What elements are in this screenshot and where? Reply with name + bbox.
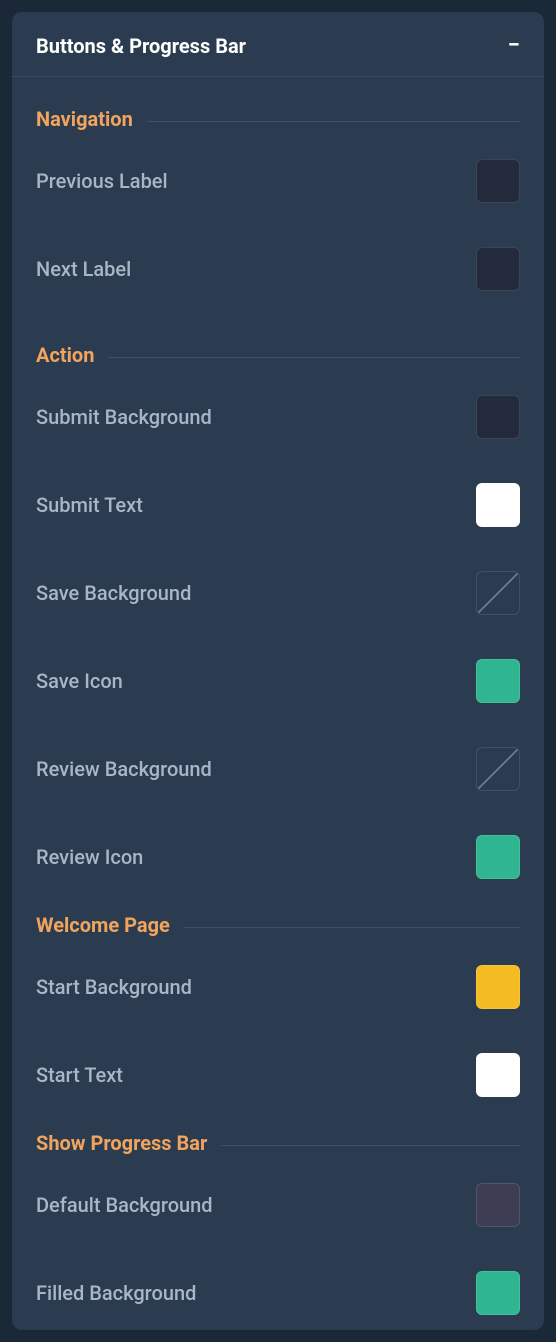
- row-next-label: Next Label: [36, 225, 520, 313]
- swatch-submit-text[interactable]: [476, 483, 520, 527]
- section-title-action: Action: [36, 343, 94, 367]
- label-review-background: Review Background: [36, 757, 212, 781]
- label-save-background: Save Background: [36, 581, 191, 605]
- swatch-previous-label[interactable]: [476, 159, 520, 203]
- panel-header: Buttons & Progress Bar −: [12, 12, 544, 77]
- label-next-label: Next Label: [36, 257, 131, 281]
- swatch-submit-background[interactable]: [476, 395, 520, 439]
- section-rule: [184, 927, 520, 928]
- row-submit-background: Submit Background: [36, 373, 520, 461]
- swatch-filled-background[interactable]: [476, 1271, 520, 1315]
- swatch-next-label[interactable]: [476, 247, 520, 291]
- label-start-text: Start Text: [36, 1063, 123, 1087]
- row-submit-text: Submit Text: [36, 461, 520, 549]
- row-default-background: Default Background: [36, 1161, 520, 1249]
- panel-body: Navigation Previous Label Next Label Act…: [12, 77, 544, 1330]
- label-start-background: Start Background: [36, 975, 192, 999]
- section-progress: Show Progress Bar Default Background Fil…: [36, 1119, 520, 1330]
- buttons-progress-panel: Buttons & Progress Bar − Navigation Prev…: [12, 12, 544, 1330]
- section-rule: [221, 1145, 520, 1146]
- swatch-default-background[interactable]: [476, 1183, 520, 1227]
- swatch-save-icon[interactable]: [476, 659, 520, 703]
- row-filled-background: Filled Background: [36, 1249, 520, 1330]
- row-save-background: Save Background: [36, 549, 520, 637]
- label-previous-label: Previous Label: [36, 169, 168, 193]
- section-title-progress: Show Progress Bar: [36, 1131, 207, 1155]
- section-rule: [108, 357, 520, 358]
- swatch-start-background[interactable]: [476, 965, 520, 1009]
- row-start-background: Start Background: [36, 943, 520, 1031]
- section-rule: [147, 121, 520, 122]
- section-navigation: Navigation Previous Label Next Label: [36, 77, 520, 313]
- section-header-welcome: Welcome Page: [36, 901, 520, 943]
- label-default-background: Default Background: [36, 1193, 213, 1217]
- row-start-text: Start Text: [36, 1031, 520, 1119]
- label-submit-background: Submit Background: [36, 405, 212, 429]
- panel-title: Buttons & Progress Bar: [36, 34, 246, 58]
- row-save-icon: Save Icon: [36, 637, 520, 725]
- label-save-icon: Save Icon: [36, 669, 123, 693]
- swatch-review-icon[interactable]: [476, 835, 520, 879]
- row-review-background: Review Background: [36, 725, 520, 813]
- row-review-icon: Review Icon: [36, 813, 520, 901]
- section-header-action: Action: [36, 313, 520, 373]
- section-action: Action Submit Background Submit Text Sav…: [36, 313, 520, 901]
- label-filled-background: Filled Background: [36, 1281, 196, 1305]
- section-title-navigation: Navigation: [36, 107, 133, 131]
- label-submit-text: Submit Text: [36, 493, 143, 517]
- section-title-welcome: Welcome Page: [36, 913, 170, 937]
- label-review-icon: Review Icon: [36, 845, 143, 869]
- swatch-start-text[interactable]: [476, 1053, 520, 1097]
- row-previous-label: Previous Label: [36, 137, 520, 225]
- section-header-progress: Show Progress Bar: [36, 1119, 520, 1161]
- swatch-review-background[interactable]: [476, 747, 520, 791]
- swatch-save-background[interactable]: [476, 571, 520, 615]
- section-welcome: Welcome Page Start Background Start Text: [36, 901, 520, 1119]
- collapse-icon[interactable]: −: [508, 35, 520, 57]
- section-header-navigation: Navigation: [36, 77, 520, 137]
